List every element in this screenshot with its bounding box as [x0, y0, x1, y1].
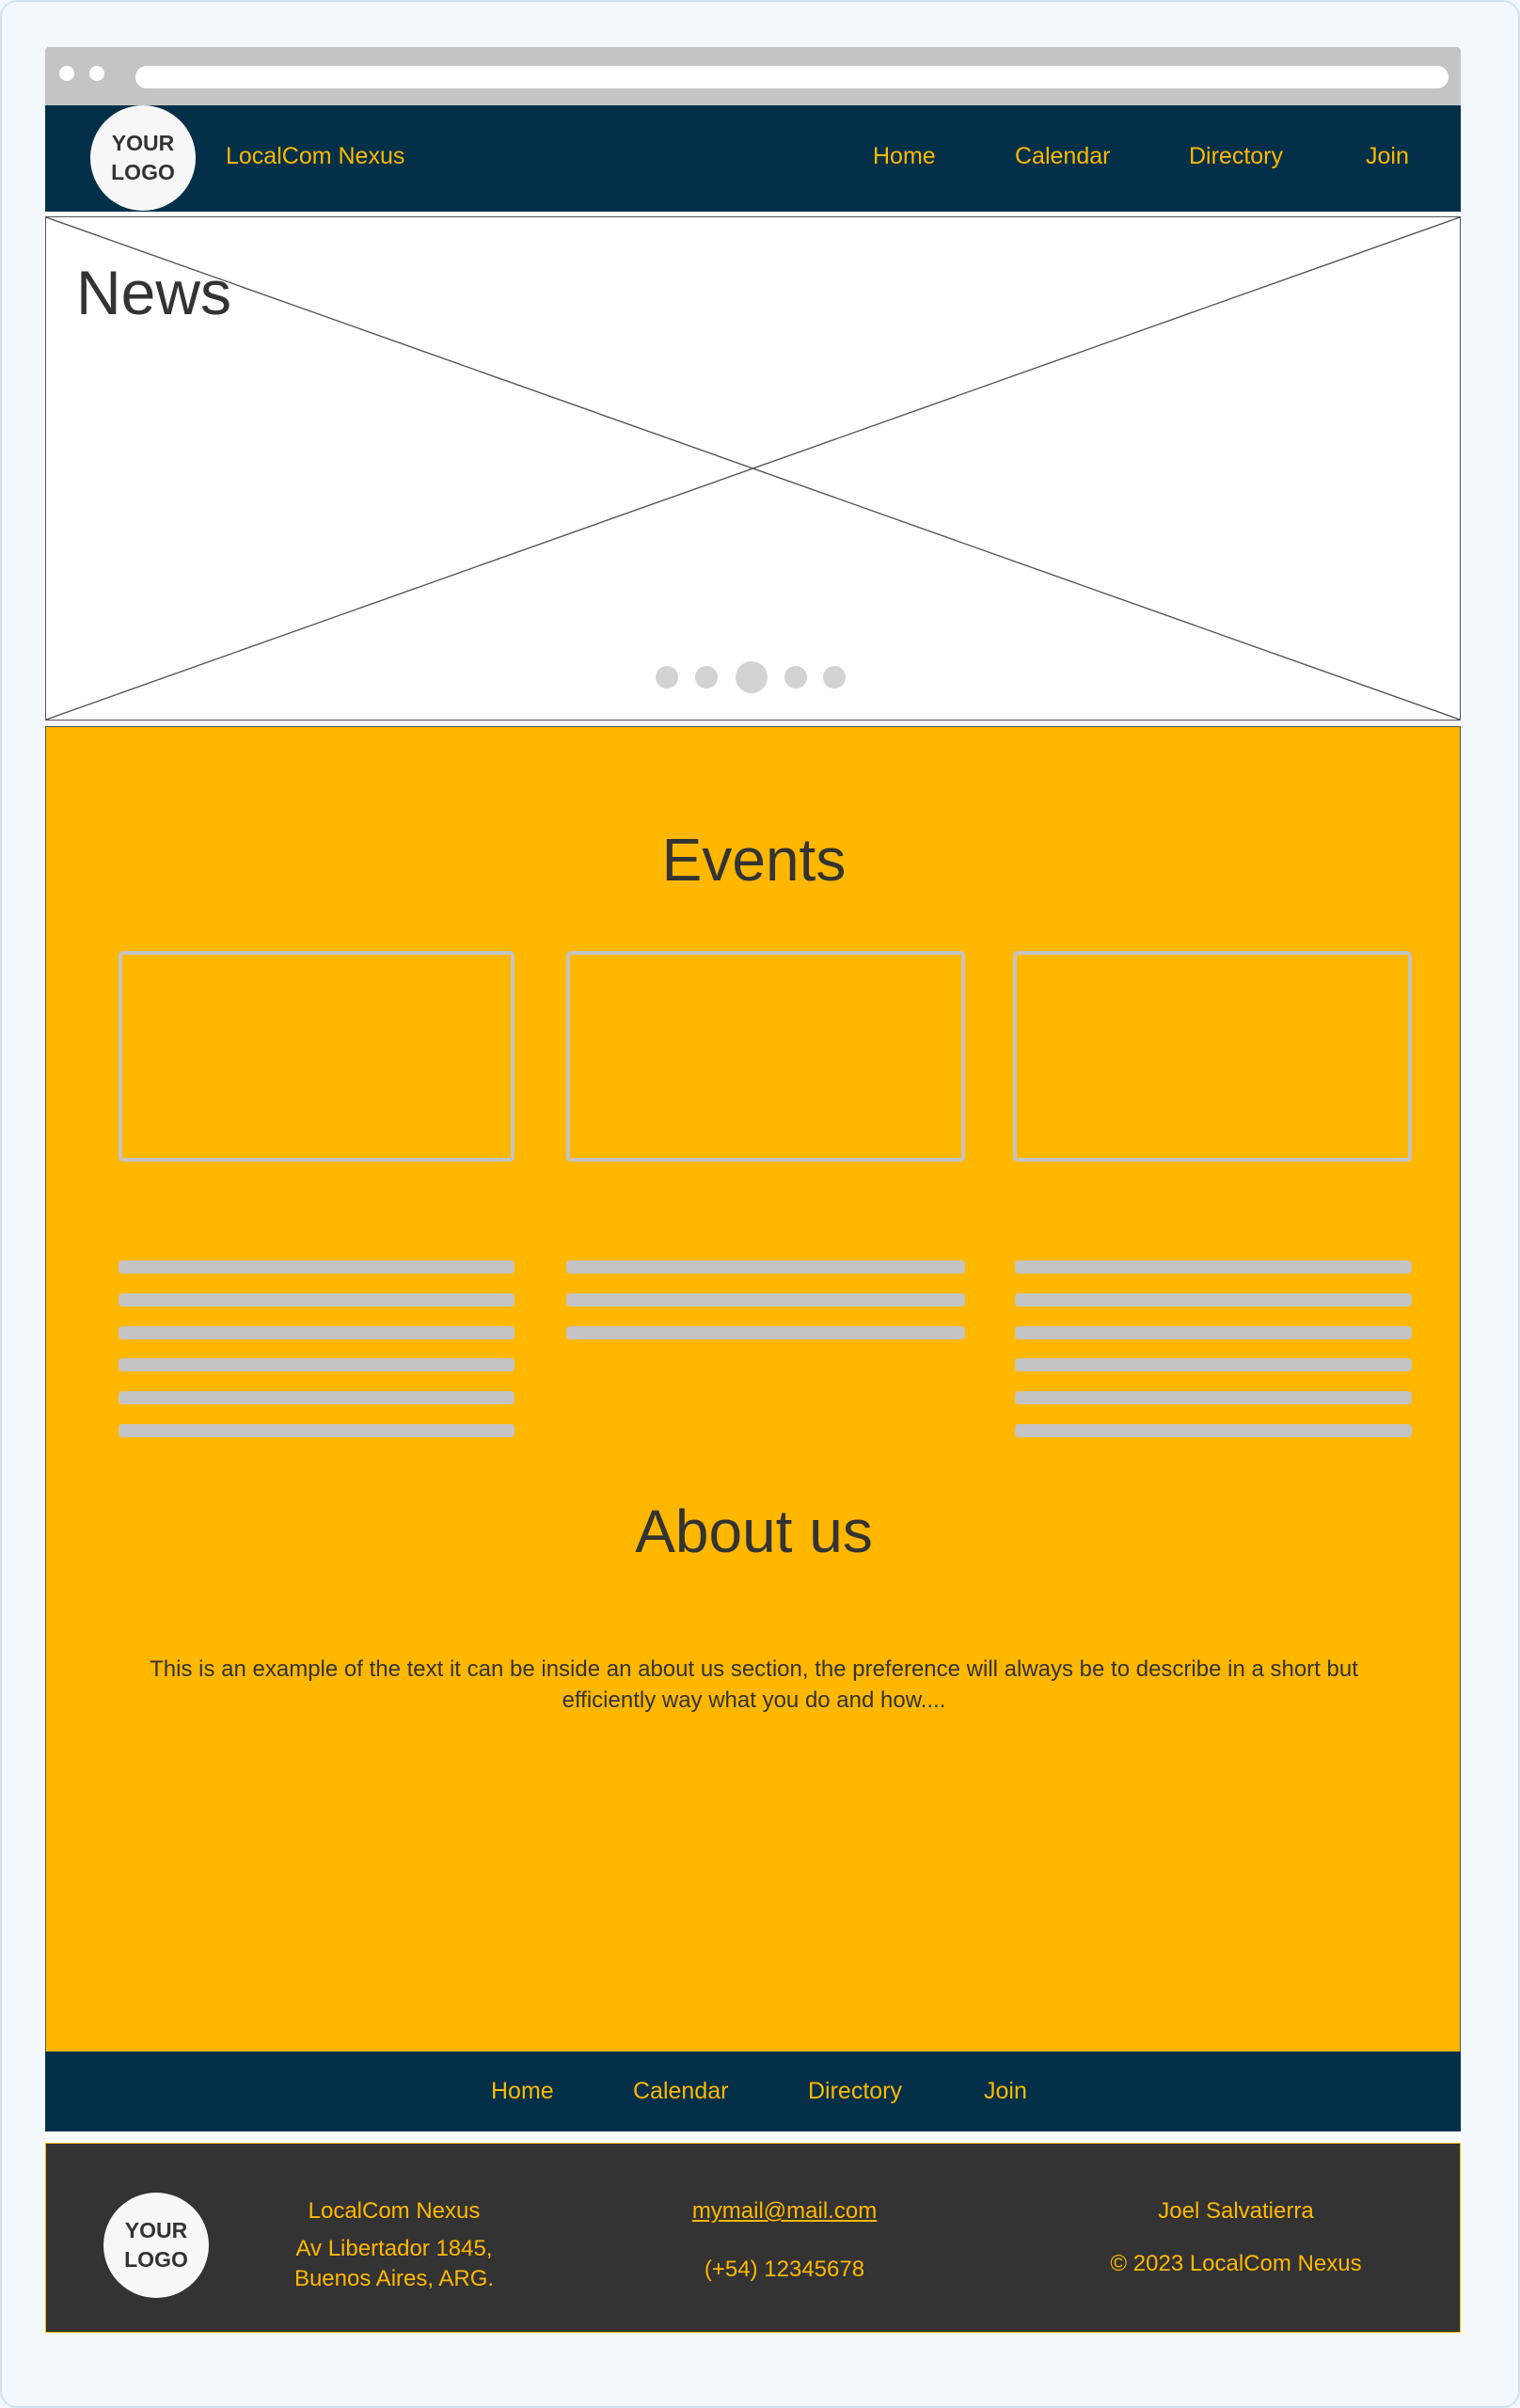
text-placeholder-line	[119, 1424, 515, 1437]
carousel-dot-active[interactable]	[736, 661, 768, 693]
events-title: Events	[661, 826, 847, 894]
footer-address-line2: Buenos Aires, ARG.	[293, 2266, 495, 2291]
footer-nav-directory[interactable]: Directory	[808, 2078, 902, 2105]
header-logo[interactable]: YOUR LOGO	[90, 105, 196, 211]
window-control-dot[interactable]	[89, 66, 104, 81]
about-text: This is an example of the text it can be…	[150, 1656, 1358, 1713]
site-header: YOUR LOGO LocalCom Nexus Home Calendar D…	[45, 105, 1461, 212]
text-placeholder-line	[1015, 1260, 1412, 1274]
logo-text: YOUR LOGO	[111, 131, 175, 184]
browser-chrome	[45, 47, 1461, 105]
text-placeholder-line	[119, 1358, 515, 1371]
event-card-image[interactable]	[566, 951, 965, 1162]
carousel-dot[interactable]	[784, 666, 807, 689]
nav-join[interactable]: Join	[1366, 143, 1409, 170]
nav-calendar[interactable]: Calendar	[1015, 143, 1110, 170]
news-title: News	[76, 258, 232, 327]
footer-email-link[interactable]: mymail@mail.com	[643, 2198, 926, 2225]
address-bar[interactable]	[135, 66, 1449, 88]
text-placeholder-line	[566, 1260, 965, 1274]
carousel-dot[interactable]	[656, 666, 678, 689]
footer-nav-calendar[interactable]: Calendar	[633, 2078, 728, 2105]
footer-logo[interactable]: YOUR LOGO	[103, 2193, 209, 2298]
image-placeholder-cross	[46, 217, 1460, 720]
event-card-image[interactable]	[1013, 951, 1412, 1162]
window-control-dot[interactable]	[59, 66, 74, 81]
logo-text: YOUR LOGO	[124, 2218, 188, 2272]
carousel-dot[interactable]	[695, 666, 718, 689]
footer-nav: Home Calendar Directory Join	[45, 2052, 1461, 2131]
nav-home[interactable]: Home	[873, 143, 936, 170]
event-card-image[interactable]	[119, 951, 515, 1162]
main-section: Events About us This is an example of th…	[45, 726, 1461, 2052]
footer-nav-home[interactable]: Home	[491, 2078, 554, 2105]
text-placeholder-line	[1015, 1358, 1412, 1371]
text-placeholder-line	[119, 1391, 515, 1404]
footer-nav-join[interactable]: Join	[984, 2078, 1027, 2105]
text-placeholder-line	[119, 1260, 515, 1274]
carousel-dot[interactable]	[823, 666, 846, 689]
news-hero-banner: News	[45, 216, 1461, 721]
browser-window: YOUR LOGO LocalCom Nexus Home Calendar D…	[45, 47, 1461, 2333]
text-placeholder-line	[119, 1326, 515, 1339]
text-placeholder-line	[566, 1326, 965, 1339]
footer-company: LocalCom Nexus	[308, 2198, 481, 2224]
footer-author: Joel Salvatierra	[1158, 2198, 1314, 2224]
footer-copyright: © 2023 LocalCom Nexus	[1110, 2251, 1362, 2276]
site-footer: YOUR LOGO LocalCom Nexus Av Libertador 1…	[45, 2143, 1461, 2333]
text-placeholder-line	[566, 1293, 965, 1307]
text-placeholder-line	[1015, 1293, 1412, 1307]
text-placeholder-line	[1015, 1424, 1412, 1437]
brand-name[interactable]: LocalCom Nexus	[226, 143, 404, 170]
text-placeholder-line	[1015, 1391, 1412, 1404]
footer-phone: (+54) 12345678	[704, 2257, 865, 2282]
nav-directory[interactable]: Directory	[1189, 143, 1283, 170]
footer-address-line1: Av Libertador 1845,	[295, 2236, 493, 2261]
text-placeholder-line	[119, 1293, 515, 1307]
about-title: About us	[635, 1497, 873, 1565]
text-placeholder-line	[1015, 1326, 1412, 1339]
